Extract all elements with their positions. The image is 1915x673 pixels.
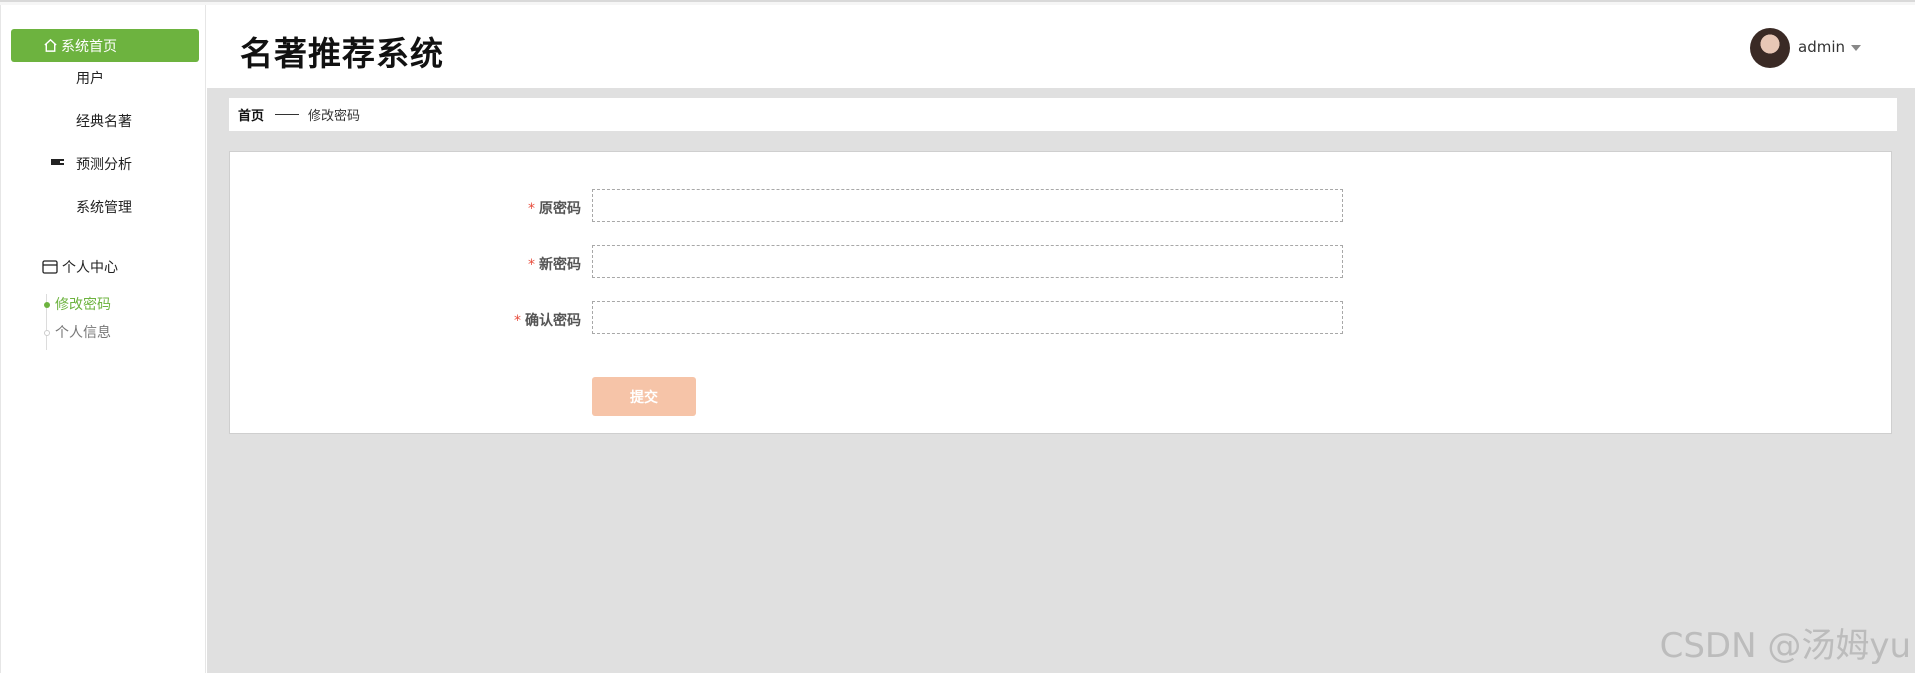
sidebar-item-users[interactable]: 用户 (51, 68, 104, 88)
new-password-label: * 新密码 (461, 254, 581, 274)
inactive-dot (44, 330, 50, 336)
required-mark: * (528, 201, 535, 217)
breadcrumb-current: 修改密码 (308, 109, 361, 124)
confirm-password-label-text: 确认密码 (525, 313, 581, 329)
watermark: CSDN @汤姆yu (1659, 626, 1911, 666)
submit-button[interactable]: 提交 (592, 377, 696, 416)
sidebar: 系统首页 用户 经典名著 预测分析 系统管理 个人中心 修改密码 个人信息 (0, 5, 206, 673)
main-content: 首页 修改密码 * 原密码 * 新密码 * 确认密码 提交 (207, 88, 1915, 673)
sidebar-item-label: 预测分析 (76, 157, 132, 173)
submenu-item-change-password[interactable]: 修改密码 (55, 294, 111, 314)
breadcrumb-home[interactable]: 首页 (238, 105, 264, 124)
password-form: * 原密码 * 新密码 * 确认密码 提交 (229, 151, 1892, 434)
active-dot (44, 302, 50, 308)
sidebar-item-label: 用户 (76, 71, 104, 87)
app-title: 名著推荐系统 (240, 34, 444, 73)
sidebar-item-system[interactable]: 系统管理 (51, 197, 132, 217)
sidebar-item-classics[interactable]: 经典名著 (51, 111, 132, 131)
card-icon (42, 260, 58, 274)
sidebar-item-home[interactable]: 系统首页 (11, 29, 199, 62)
sidebar-item-home-label: 系统首页 (61, 38, 117, 55)
avatar[interactable] (1750, 28, 1790, 68)
required-mark: * (528, 257, 535, 273)
grid-icon (51, 201, 64, 214)
list-icon (51, 158, 64, 170)
breadcrumb: 首页 修改密码 (229, 98, 1897, 131)
grid-icon (51, 72, 64, 85)
new-password-label-text: 新密码 (539, 257, 581, 273)
confirm-password-label: * 确认密码 (461, 310, 581, 330)
sidebar-item-personal-center[interactable]: 个人中心 (42, 257, 118, 277)
old-password-label-text: 原密码 (539, 201, 581, 217)
sidebar-item-prediction[interactable]: 预测分析 (51, 154, 132, 174)
new-password-input[interactable] (592, 245, 1343, 278)
sidebar-item-label: 经典名著 (76, 114, 132, 130)
old-password-input[interactable] (592, 189, 1343, 222)
header: 名著推荐系统 admin (207, 5, 1915, 88)
sidebar-item-label: 系统管理 (76, 200, 132, 216)
breadcrumb-separator (275, 114, 300, 115)
grid-icon (51, 115, 64, 128)
username[interactable]: admin (1798, 38, 1845, 56)
old-password-label: * 原密码 (461, 198, 581, 218)
chevron-down-icon[interactable] (1851, 45, 1861, 51)
confirm-password-input[interactable] (592, 301, 1343, 334)
required-mark: * (514, 313, 521, 329)
sidebar-item-label: 个人中心 (62, 260, 118, 276)
home-icon (44, 38, 57, 52)
submenu-item-profile[interactable]: 个人信息 (55, 322, 111, 342)
